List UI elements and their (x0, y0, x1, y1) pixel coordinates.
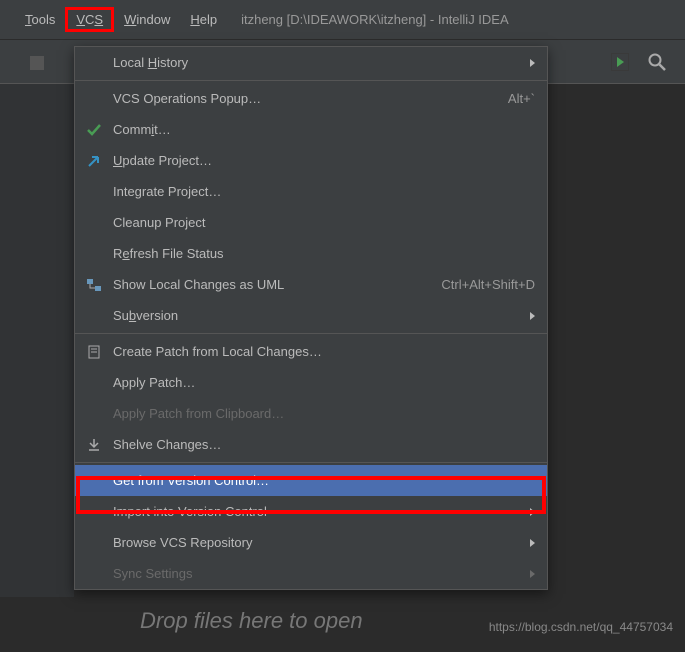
separator (75, 80, 547, 81)
update-arrow-icon (85, 152, 103, 170)
stop-icon[interactable] (30, 56, 44, 70)
menu-window[interactable]: Window (114, 8, 180, 31)
menu-apply-patch[interactable]: Apply Patch… (75, 367, 547, 398)
menu-commit[interactable]: Commit… (75, 114, 547, 145)
search-icon[interactable] (647, 52, 667, 72)
window-title: itzheng [D:\IDEAWORK\itzheng] - IntelliJ… (241, 12, 509, 27)
separator (75, 333, 547, 334)
separator (75, 462, 547, 463)
menu-help[interactable]: Help (180, 8, 227, 31)
chevron-right-icon (530, 312, 535, 320)
menu-import-into-version-control[interactable]: Import into Version Control (75, 496, 547, 527)
chevron-right-icon (530, 539, 535, 547)
menu-cleanup-project[interactable]: Cleanup Project (75, 207, 547, 238)
vcs-dropdown: Local History VCS Operations Popup… Alt+… (74, 46, 548, 590)
menu-browse-vcs-repository[interactable]: Browse VCS Repository (75, 527, 547, 558)
menu-tools[interactable]: Tools (15, 8, 65, 31)
menu-refresh-file-status[interactable]: Refresh File Status (75, 238, 547, 269)
menu-apply-patch-clipboard: Apply Patch from Clipboard… (75, 398, 547, 429)
chevron-right-icon (530, 570, 535, 578)
menu-shelve-changes[interactable]: Shelve Changes… (75, 429, 547, 460)
chevron-right-icon (530, 508, 535, 516)
menu-vcs[interactable]: VCS (65, 7, 114, 32)
menu-update-project[interactable]: Update Project… (75, 145, 547, 176)
menu-vcs-operations-popup[interactable]: VCS Operations Popup… Alt+` (75, 83, 547, 114)
menu-sync-settings: Sync Settings (75, 558, 547, 589)
drop-files-hint: Drop files here to open (140, 608, 363, 634)
patch-icon (85, 343, 103, 361)
menu-local-history[interactable]: Local History (75, 47, 547, 78)
uml-icon (85, 276, 103, 294)
menu-get-from-version-control[interactable]: Get from Version Control… (75, 465, 547, 496)
shelve-icon (85, 436, 103, 454)
menu-create-patch[interactable]: Create Patch from Local Changes… (75, 336, 547, 367)
run-icon[interactable] (611, 53, 629, 71)
chevron-right-icon (530, 59, 535, 67)
watermark: https://blog.csdn.net/qq_44757034 (489, 620, 673, 634)
sidebar-strip (0, 84, 74, 597)
shortcut-label: Alt+` (508, 91, 535, 106)
check-icon (85, 121, 103, 139)
menubar: Tools VCS Window Help itzheng [D:\IDEAWO… (0, 0, 685, 40)
menu-integrate-project[interactable]: Integrate Project… (75, 176, 547, 207)
menu-show-local-changes-uml[interactable]: Show Local Changes as UML Ctrl+Alt+Shift… (75, 269, 547, 300)
shortcut-label: Ctrl+Alt+Shift+D (441, 277, 535, 292)
menu-subversion[interactable]: Subversion (75, 300, 547, 331)
